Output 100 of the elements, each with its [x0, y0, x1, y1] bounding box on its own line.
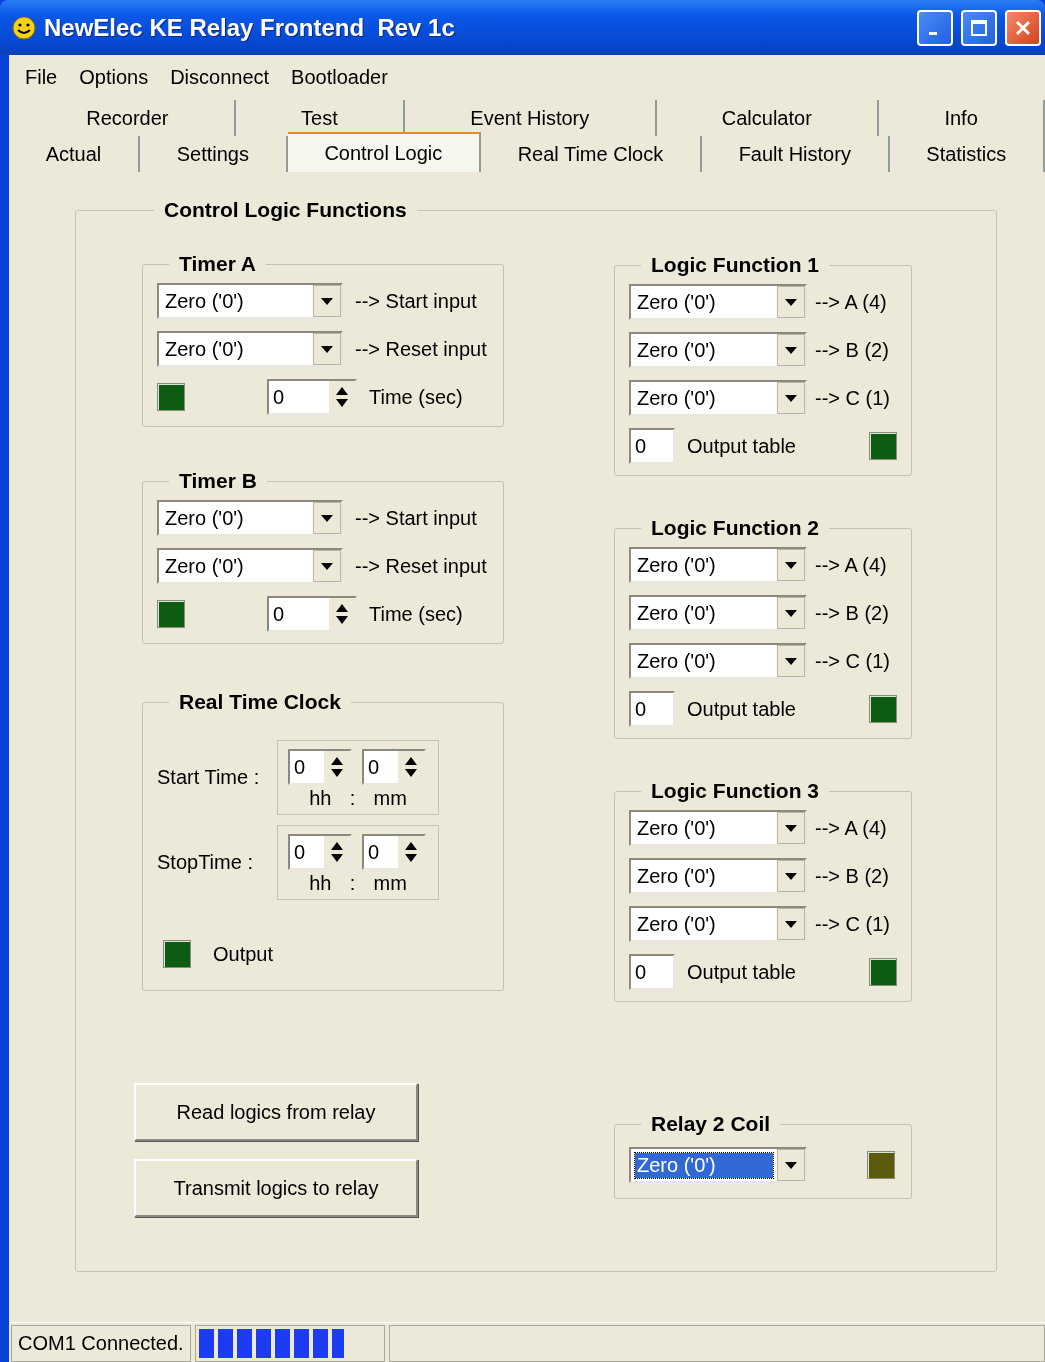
separator-label: :	[349, 872, 356, 895]
dropdown[interactable]: Zero ('0')	[157, 548, 343, 584]
dropdown-button[interactable]	[777, 549, 805, 581]
dropdown-button[interactable]	[313, 285, 341, 317]
dropdown[interactable]: Zero ('0')	[629, 547, 807, 583]
output-label: Output table	[687, 697, 797, 721]
output-field[interactable]: 0	[629, 691, 675, 727]
tab[interactable]: Recorder	[21, 100, 236, 136]
dropdown-button[interactable]	[313, 333, 341, 365]
maximize-button[interactable]	[961, 9, 997, 46]
dropdown[interactable]: Zero ('0')	[629, 643, 807, 679]
group-title: Logic Function 2	[650, 516, 820, 540]
input-label: --> Start input	[355, 289, 477, 313]
dropdown[interactable]: Zero ('0')	[157, 283, 343, 319]
time-label: Start Time :	[157, 766, 261, 789]
menu-item[interactable]: Disconnect	[160, 64, 280, 91]
time-label: Time (sec)	[369, 602, 463, 626]
time-label: StopTime :	[157, 851, 254, 874]
spin-box[interactable]: 0	[362, 749, 426, 785]
dropdown[interactable]: Zero ('0')	[157, 500, 343, 536]
caret-icon	[785, 872, 797, 880]
input-label: --> B (2)	[815, 338, 889, 362]
window-title: NewElec KE Relay Frontend Rev 1c	[44, 13, 456, 42]
dropdown-button[interactable]	[777, 908, 805, 940]
output-label: Output table	[687, 434, 797, 458]
tab[interactable]: Real Time Clock	[480, 136, 702, 172]
group-title: Timer B	[178, 469, 258, 493]
input-label: --> C (1)	[815, 912, 890, 936]
tab[interactable]: Info	[879, 100, 1045, 136]
dropdown[interactable]: Zero ('0')	[629, 332, 807, 368]
tab[interactable]: Control Logic	[287, 132, 481, 172]
unit-label: mm	[373, 787, 407, 810]
tab[interactable]: Fault History	[701, 136, 890, 172]
tab[interactable]: Calculator	[656, 100, 880, 136]
dropdown-button[interactable]	[777, 645, 805, 677]
spin-box[interactable]: 0	[288, 749, 352, 785]
minimize-button[interactable]	[917, 9, 953, 46]
spin-arrows-icon	[335, 602, 349, 626]
dropdown-button[interactable]	[777, 860, 805, 892]
input-label: --> Reset input	[355, 554, 487, 578]
dropdown[interactable]: Zero ('0')	[629, 906, 807, 942]
action-button[interactable]: Read logics from relay	[134, 1083, 418, 1141]
caret-icon	[785, 1161, 797, 1169]
menu-item[interactable]: File	[15, 64, 68, 91]
spin-arrows-icon	[404, 840, 418, 864]
output-field[interactable]: 0	[629, 954, 675, 990]
caret-icon	[321, 297, 333, 305]
tab[interactable]: Statistics	[889, 136, 1045, 172]
dropdown-button[interactable]	[777, 286, 805, 318]
caret-icon	[321, 562, 333, 570]
dropdown-button[interactable]	[777, 1149, 805, 1181]
dropdown-button[interactable]	[313, 550, 341, 582]
dropdown-button[interactable]	[777, 382, 805, 414]
input-label: --> Start input	[355, 506, 477, 530]
spin-box[interactable]: 0	[267, 379, 357, 415]
dropdown[interactable]: Zero ('0')	[629, 284, 807, 320]
dropdown[interactable]: Zero ('0')	[629, 858, 807, 894]
caret-icon	[785, 298, 797, 306]
input-label: --> A (4)	[815, 553, 887, 577]
tab[interactable]: Actual	[9, 136, 140, 172]
dropdown[interactable]: Zero ('0')	[629, 380, 807, 416]
maximize-icon	[970, 18, 988, 37]
spin-arrows-icon	[335, 385, 349, 409]
spin-arrows-icon	[330, 840, 344, 864]
separator-label: :	[349, 787, 356, 810]
spin-box[interactable]: 0	[362, 834, 426, 870]
unit-label: hh	[309, 872, 332, 895]
dropdown-button[interactable]	[777, 334, 805, 366]
action-button[interactable]: Transmit logics to relay	[134, 1159, 418, 1217]
caret-icon	[785, 824, 797, 832]
caret-icon	[321, 345, 333, 353]
input-label: --> A (4)	[815, 290, 887, 314]
close-icon	[1014, 18, 1032, 37]
input-label: --> C (1)	[815, 386, 890, 410]
dropdown[interactable]: Zero ('0')	[629, 1147, 807, 1183]
time-label: Time (sec)	[369, 385, 463, 409]
input-label: --> A (4)	[815, 816, 887, 840]
spin-box[interactable]: 0	[267, 596, 357, 632]
input-label: --> Reset input	[355, 337, 487, 361]
dropdown[interactable]: Zero ('0')	[157, 331, 343, 367]
dropdown[interactable]: Zero ('0')	[629, 810, 807, 846]
dropdown-button[interactable]	[313, 502, 341, 534]
group-title: Real Time Clock	[178, 690, 342, 714]
group-title: Logic Function 1	[650, 253, 820, 277]
close-button[interactable]	[1005, 9, 1041, 46]
caret-icon	[785, 609, 797, 617]
output-field[interactable]: 0	[629, 428, 675, 464]
output-label: Output table	[687, 960, 797, 984]
spin-box[interactable]: 0	[288, 834, 352, 870]
dropdown-button[interactable]	[777, 812, 805, 844]
caret-icon	[321, 514, 333, 522]
output-label: Output	[213, 942, 274, 966]
input-label: --> B (2)	[815, 864, 889, 888]
caret-icon	[785, 657, 797, 665]
dropdown[interactable]: Zero ('0')	[629, 595, 807, 631]
menu-item[interactable]: Options	[69, 64, 159, 91]
menu-item[interactable]: Bootloader	[281, 64, 398, 91]
status-text: COM1 Connected.	[11, 1325, 191, 1362]
unit-label: hh	[309, 787, 332, 810]
dropdown-button[interactable]	[777, 597, 805, 629]
